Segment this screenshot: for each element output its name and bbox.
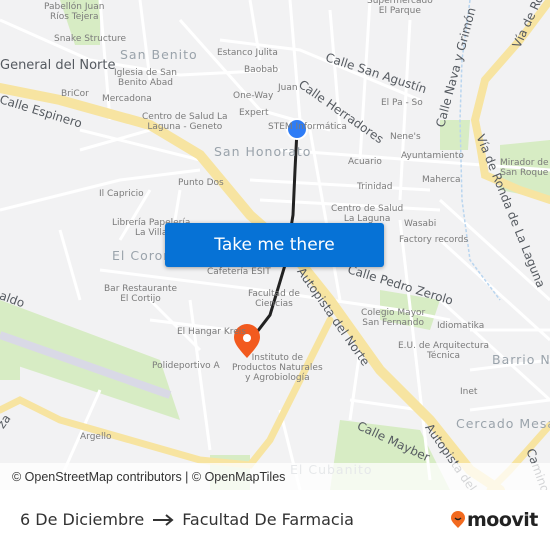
area-label: Barrio Nuevo xyxy=(492,352,550,367)
poi-label: Il Capricio xyxy=(99,189,144,199)
map-attribution: © OpenStreetMap contributors | © OpenMap… xyxy=(0,463,550,490)
poi-label: Inet xyxy=(460,387,478,397)
route-summary: 6 De Diciembre Facultad De Farmacia xyxy=(20,510,354,529)
poi-label: Facultad de Ciencias xyxy=(248,289,300,309)
poi-label: El Hangar Kreis xyxy=(177,327,246,337)
attribution-text[interactable]: © OpenStreetMap contributors | © OpenMap… xyxy=(0,470,285,484)
poi-label: Cafetería ESIT xyxy=(207,267,271,277)
poi-label: STEM Informática xyxy=(268,122,347,132)
take-me-there-button[interactable]: Take me there xyxy=(165,223,384,267)
poi-label: Supermercado El Parque xyxy=(367,0,433,16)
poi-label: Idiomatika xyxy=(437,321,485,331)
poi-label: Baobab xyxy=(244,65,279,75)
poi-label: E.U. de Arquitectura Técnica xyxy=(398,341,490,361)
poi-label: Wasabi xyxy=(404,219,437,229)
footer: 6 De Diciembre Facultad De Farmacia moov… xyxy=(0,490,550,550)
poi-label: Acuario xyxy=(348,157,382,167)
origin-name: 6 De Diciembre xyxy=(20,510,145,529)
poi-label: Colegio Mayor San Fernando xyxy=(361,308,426,328)
poi-label: Trinidad xyxy=(357,182,393,192)
poi-label: Centro de Salud La Laguna - Geneto xyxy=(142,112,228,132)
poi-label: El Pa - So xyxy=(381,98,423,108)
poi-label: Ayuntamiento xyxy=(401,151,464,161)
poi-label: Instituto de Productos Naturales y Agrob… xyxy=(232,353,323,383)
poi-label: Mercadona xyxy=(102,94,152,104)
arrow-right-icon xyxy=(153,513,174,526)
poi-label: Factory records xyxy=(399,235,469,245)
street-label: General del Norte xyxy=(0,58,116,73)
poi-label: Centro de Salud La Laguna xyxy=(331,204,404,224)
moovit-pin-icon xyxy=(451,511,465,528)
map[interactable]: San Benito San Honorato El Coronel Barri… xyxy=(0,0,550,490)
poi-label: Pabellón Juan Ríos Tejera xyxy=(44,2,105,22)
poi-label: Punto Dos xyxy=(178,178,224,188)
poi-label: One-Way xyxy=(233,91,274,101)
poi-label: Bar Restaurante El Cortijo xyxy=(104,284,178,304)
poi-label: BriCor xyxy=(61,89,89,99)
poi-label: Juan xyxy=(278,83,298,93)
poi-label: Nene's xyxy=(390,132,421,142)
poi-label: Maherca xyxy=(422,175,461,185)
poi-label: Iglesia de San Benito Abad xyxy=(114,68,178,88)
moovit-logo[interactable]: moovit xyxy=(450,509,538,531)
area-label: San Honorato xyxy=(214,144,312,159)
poi-label: Argello xyxy=(80,432,112,442)
brand-name: moovit xyxy=(467,509,538,531)
area-label: San Benito xyxy=(120,47,198,62)
area-label: Cercado Mesa xyxy=(456,416,550,431)
poi-label: Expert xyxy=(239,108,269,118)
poi-label: Estanco Julita xyxy=(217,48,278,58)
poi-label: Snake Structure xyxy=(54,34,127,44)
destination-name: Facultad De Farmacia xyxy=(182,510,354,529)
poi-label: Polideportivo A xyxy=(152,361,220,371)
poi-label: Mirador de San Roque xyxy=(500,158,549,178)
